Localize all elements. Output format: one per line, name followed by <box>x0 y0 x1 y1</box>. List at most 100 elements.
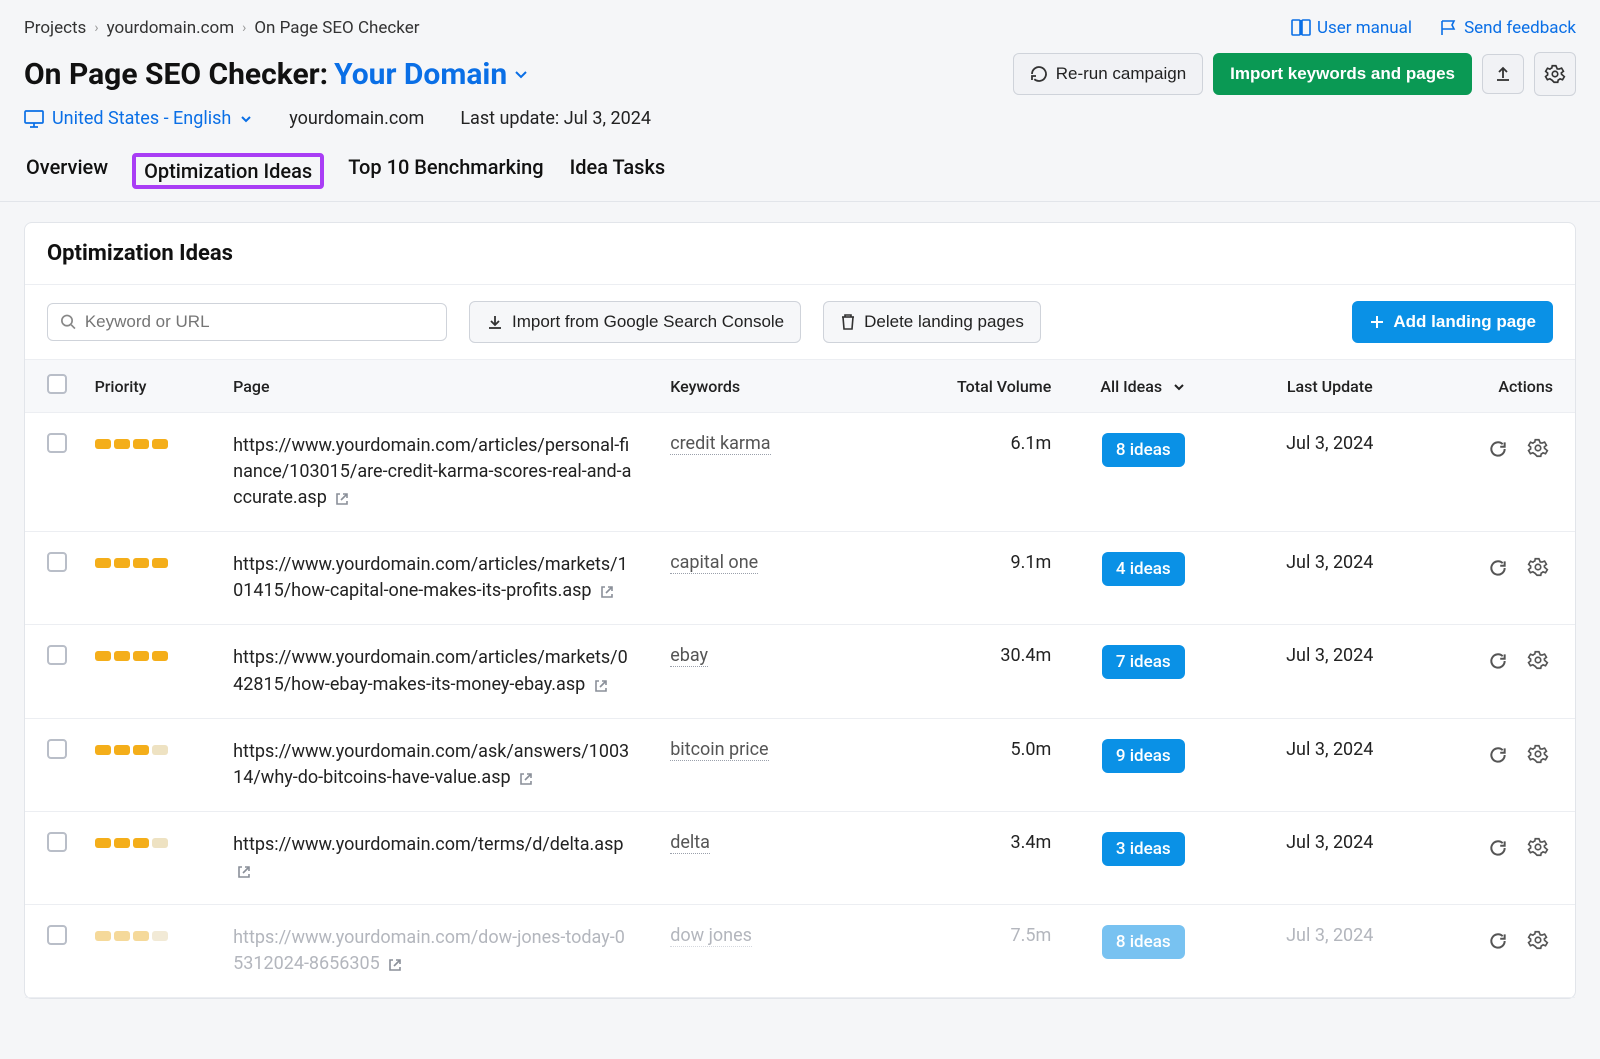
ideas-pill[interactable]: 8 ideas <box>1102 925 1185 959</box>
ideas-pill[interactable]: 9 ideas <box>1102 739 1185 773</box>
row-refresh-button[interactable] <box>1483 553 1513 583</box>
page-url[interactable]: https://www.yourdomain.com/articles/pers… <box>233 433 633 511</box>
tab-overview[interactable]: Overview <box>24 153 110 189</box>
keyword-link[interactable]: credit karma <box>670 433 770 455</box>
external-link-icon[interactable] <box>388 955 402 973</box>
rerun-label: Re-run campaign <box>1056 64 1186 84</box>
row-settings-button[interactable] <box>1523 433 1553 463</box>
location-selector[interactable]: United States - English <box>24 108 253 129</box>
table-row: https://www.yourdomain.com/dow-jones-tod… <box>25 905 1575 998</box>
tab-idea-tasks[interactable]: Idea Tasks <box>568 153 668 189</box>
total-volume: 7.5m <box>893 905 1064 998</box>
row-refresh-button[interactable] <box>1483 740 1513 770</box>
rerun-campaign-button[interactable]: Re-run campaign <box>1013 53 1203 95</box>
page-url[interactable]: https://www.yourdomain.com/articles/mark… <box>233 552 633 604</box>
external-link-icon[interactable] <box>519 769 533 787</box>
priority-segment <box>152 745 168 755</box>
priority-segment <box>133 745 149 755</box>
row-checkbox[interactable] <box>47 925 67 945</box>
priority-segment <box>95 558 111 568</box>
priority-segment <box>152 651 168 661</box>
import-gsc-button[interactable]: Import from Google Search Console <box>469 301 801 343</box>
send-feedback-link[interactable]: Send feedback <box>1440 18 1576 38</box>
row-refresh-button[interactable] <box>1483 926 1513 956</box>
settings-button[interactable] <box>1534 52 1576 96</box>
total-volume: 3.4m <box>893 811 1064 904</box>
user-manual-link[interactable]: User manual <box>1291 18 1412 38</box>
card-title: Optimization Ideas <box>25 223 1575 285</box>
priority-segment <box>95 439 111 449</box>
tab-optimization-ideas[interactable]: Optimization Ideas <box>132 153 324 189</box>
breadcrumb-item[interactable]: Projects <box>24 18 86 38</box>
delete-lp-label: Delete landing pages <box>864 312 1024 332</box>
last-update-cell: Jul 3, 2024 <box>1223 625 1436 718</box>
total-volume: 5.0m <box>893 718 1064 811</box>
table-row: https://www.yourdomain.com/articles/mark… <box>25 532 1575 625</box>
table-row: https://www.yourdomain.com/terms/d/delta… <box>25 811 1575 904</box>
ideas-pill[interactable]: 7 ideas <box>1102 645 1185 679</box>
page-title: On Page SEO Checker: Your Domain <box>24 57 529 92</box>
row-settings-button[interactable] <box>1523 739 1553 769</box>
col-last-update[interactable]: Last Update <box>1223 360 1436 413</box>
priority-segment <box>152 931 168 941</box>
priority-segment <box>114 838 130 848</box>
keyword-link[interactable]: capital one <box>670 552 758 574</box>
ideas-pill[interactable]: 4 ideas <box>1102 552 1185 586</box>
row-settings-button[interactable] <box>1523 832 1553 862</box>
col-priority[interactable]: Priority <box>83 360 222 413</box>
last-update-cell: Jul 3, 2024 <box>1223 905 1436 998</box>
row-settings-button[interactable] <box>1523 925 1553 955</box>
row-refresh-button[interactable] <box>1483 646 1513 676</box>
col-page[interactable]: Page <box>221 360 658 413</box>
priority-segment <box>114 558 130 568</box>
page-url[interactable]: https://www.yourdomain.com/dow-jones-tod… <box>233 925 633 977</box>
last-update-cell: Jul 3, 2024 <box>1223 413 1436 532</box>
table-row: https://www.yourdomain.com/articles/pers… <box>25 413 1575 532</box>
ideas-pill[interactable]: 3 ideas <box>1102 832 1185 866</box>
domain-dropdown[interactable]: Your Domain <box>334 57 529 92</box>
col-volume[interactable]: Total Volume <box>893 360 1064 413</box>
external-link-icon[interactable] <box>335 489 349 507</box>
row-checkbox[interactable] <box>47 433 67 453</box>
ideas-pill[interactable]: 8 ideas <box>1102 433 1185 467</box>
row-settings-button[interactable] <box>1523 552 1553 582</box>
export-button[interactable] <box>1482 54 1524 94</box>
row-checkbox[interactable] <box>47 645 67 665</box>
add-landing-page-button[interactable]: Add landing page <box>1352 301 1553 343</box>
tab-top10-benchmarking[interactable]: Top 10 Benchmarking <box>346 153 545 189</box>
col-keywords[interactable]: Keywords <box>658 360 893 413</box>
external-link-icon[interactable] <box>594 676 608 694</box>
priority-segment <box>114 745 130 755</box>
total-volume: 9.1m <box>893 532 1064 625</box>
row-checkbox[interactable] <box>47 832 67 852</box>
breadcrumb-item[interactable]: yourdomain.com <box>107 18 235 38</box>
search-input[interactable] <box>85 312 434 332</box>
keyword-link[interactable]: dow jones <box>670 925 752 947</box>
priority-meter <box>95 439 168 449</box>
keyword-link[interactable]: delta <box>670 832 710 854</box>
select-all-checkbox[interactable] <box>47 374 67 394</box>
row-checkbox[interactable] <box>47 739 67 759</box>
page-title-text: On Page SEO Checker: <box>24 57 328 92</box>
page-url[interactable]: https://www.yourdomain.com/ask/answers/1… <box>233 739 633 791</box>
external-link-icon[interactable] <box>237 862 251 880</box>
delete-landing-pages-button[interactable]: Delete landing pages <box>823 301 1041 343</box>
page-url[interactable]: https://www.yourdomain.com/articles/mark… <box>233 645 633 697</box>
keyword-link[interactable]: bitcoin price <box>670 739 768 761</box>
page-url[interactable]: https://www.yourdomain.com/terms/d/delta… <box>233 832 633 884</box>
keyword-link[interactable]: ebay <box>670 645 708 667</box>
priority-segment <box>95 651 111 661</box>
gear-icon <box>1544 63 1566 85</box>
row-settings-button[interactable] <box>1523 645 1553 675</box>
row-checkbox[interactable] <box>47 552 67 572</box>
domain-name: Your Domain <box>334 57 507 92</box>
breadcrumb-item[interactable]: On Page SEO Checker <box>254 18 419 38</box>
priority-segment <box>133 558 149 568</box>
import-keywords-button[interactable]: Import keywords and pages <box>1213 53 1472 95</box>
chevron-down-icon <box>1172 380 1186 394</box>
external-link-icon[interactable] <box>600 582 614 600</box>
search-box[interactable] <box>47 303 447 341</box>
row-refresh-button[interactable] <box>1483 434 1513 464</box>
col-ideas-dropdown[interactable]: All Ideas <box>1063 360 1223 413</box>
row-refresh-button[interactable] <box>1483 833 1513 863</box>
